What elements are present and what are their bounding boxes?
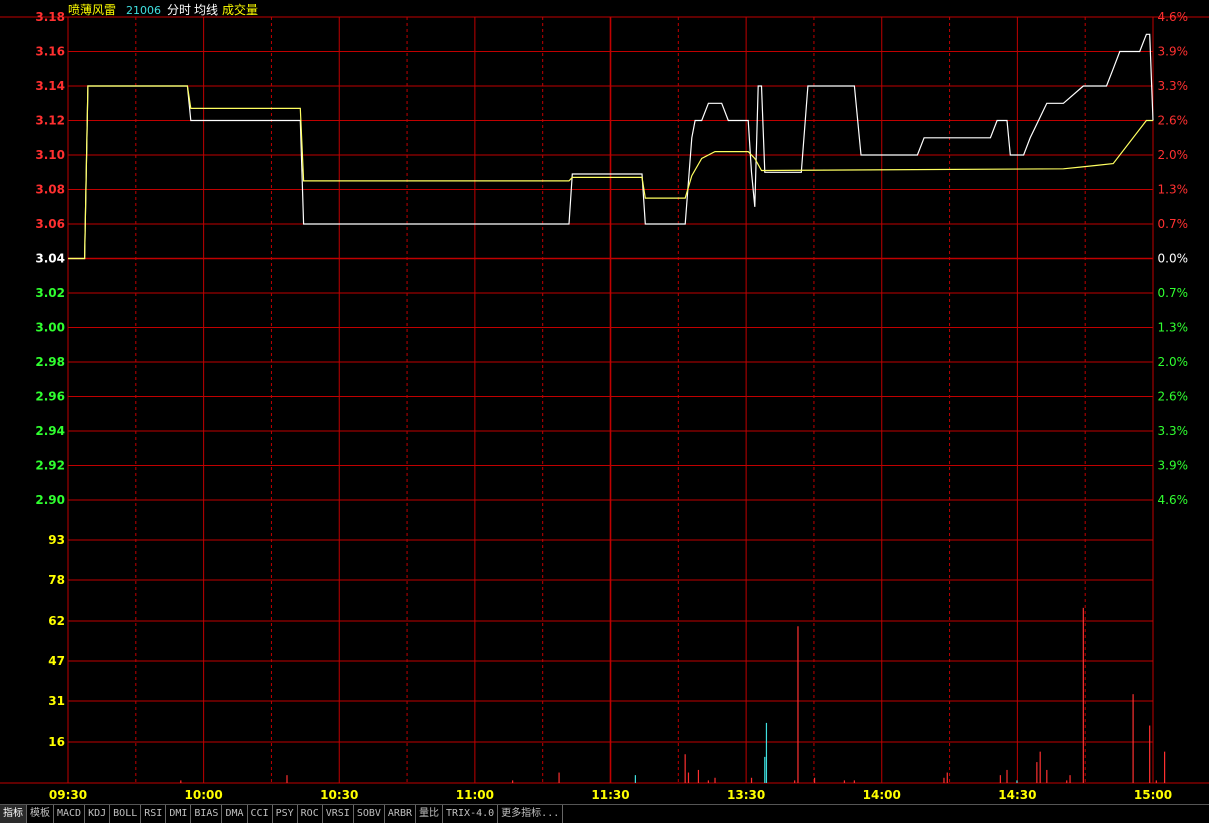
percent-tick-label: 0.7% <box>1158 217 1189 231</box>
percent-tick-label: 2.0% <box>1158 148 1189 162</box>
indicator-tab[interactable]: 更多指标... <box>498 805 564 823</box>
volume-tick-label: 16 <box>48 735 65 749</box>
volume-label: 成交量 <box>222 2 258 17</box>
indicator-tabs: 指标 模板 MACD KDJ BOLL RSI DMI BIAS DMA CCI PSY ROC VRS… <box>0 804 1209 823</box>
percent-tick-label: 1.3% <box>1158 321 1189 335</box>
percent-tick-label: 2.6% <box>1158 390 1189 404</box>
percent-tick-label: 4.6% <box>1158 10 1189 24</box>
percent-tick-label: 4.6% <box>1158 493 1189 507</box>
time-tick-label: 13:30 <box>727 788 765 802</box>
time-tick-label: 15:00 <box>1134 788 1172 802</box>
stock-name: 喷薄风雷 <box>68 2 116 17</box>
time-tick-label: 14:30 <box>998 788 1036 802</box>
mode-label: 分时 <box>167 3 191 17</box>
time-tick-label: 09:30 <box>49 788 87 802</box>
percent-tick-label: 3.9% <box>1158 459 1189 473</box>
price-tick-label: 2.90 <box>35 493 65 507</box>
indicator-tab[interactable]: ROC <box>297 805 323 823</box>
indicator-tab[interactable]: KDJ <box>85 805 111 823</box>
price-tick-label: 2.96 <box>35 390 65 404</box>
indicator-tab[interactable]: VRSI <box>322 805 354 823</box>
price-tick-label: 3.18 <box>35 10 65 24</box>
price-tick-label: 2.94 <box>35 424 65 438</box>
time-tick-label: 11:30 <box>591 788 629 802</box>
percent-tick-label: 2.0% <box>1158 355 1189 369</box>
indicator-tab[interactable]: DMA <box>222 805 248 823</box>
indicator-tab[interactable]: ARBR <box>384 805 416 823</box>
indicator-tab[interactable]: CCI <box>247 805 273 823</box>
volume-tick-label: 93 <box>48 533 65 547</box>
time-tick-label: 14:00 <box>863 788 901 802</box>
indicator-tab[interactable]: 指标 <box>0 805 27 823</box>
indicator-tab[interactable]: SOBV <box>353 805 385 823</box>
price-tick-label: 3.14 <box>35 79 65 93</box>
indicator-tab[interactable]: BOLL <box>110 805 142 823</box>
volume-tick-label: 31 <box>48 694 65 708</box>
price-tick-label: 3.16 <box>35 45 65 59</box>
indicator-tab[interactable]: TRIX-4.0 <box>443 805 499 823</box>
volume-tick-label: 62 <box>48 614 65 628</box>
price-tick-label: 3.00 <box>35 321 65 335</box>
price-tick-label: 2.98 <box>35 355 65 369</box>
indicator-tab[interactable]: MACD <box>54 805 86 823</box>
intraday-chart[interactable]: 3.18 4.6% 3.16 3.9% 3.14 3.3% 3.12 2.6% 3.10 2.0%… <box>0 0 1209 804</box>
price-tick-label: 2.92 <box>35 459 65 473</box>
percent-tick-label: 0.7% <box>1158 286 1189 300</box>
percent-tick-label: 3.9% <box>1158 45 1189 59</box>
indicator-tab[interactable]: 模板 <box>27 805 54 823</box>
axis-labels: 3.18 4.6% 3.16 3.9% 3.14 3.3% 3.12 2.6% 3.10 2.0%… <box>35 10 1188 802</box>
price-tick-label: 3.02 <box>35 286 65 300</box>
price-tick-label: 3.10 <box>35 148 65 162</box>
time-tick-label: 10:30 <box>320 788 358 802</box>
indicator-tab[interactable]: BIAS <box>191 805 223 823</box>
indicator-tab[interactable]: PSY <box>272 805 298 823</box>
percent-tick-label: 3.3% <box>1158 424 1189 438</box>
indicator-tab[interactable]: 量比 <box>416 805 443 823</box>
price-tick-label: 3.06 <box>35 217 65 231</box>
time-tick-label: 10:00 <box>185 788 223 802</box>
time-tick-label: 11:00 <box>456 788 494 802</box>
volume-tick-label: 78 <box>48 573 65 587</box>
price-tick-label: 3.12 <box>35 114 65 128</box>
percent-tick-label: 0.0% <box>1158 252 1189 266</box>
indicator-tab[interactable]: DMI <box>166 805 192 823</box>
avg-line-label: 均线 <box>194 3 218 17</box>
percent-tick-label: 2.6% <box>1158 114 1189 128</box>
chart-grid <box>0 16 1209 784</box>
percent-tick-label: 1.3% <box>1158 183 1189 197</box>
stock-code: 21006 <box>126 4 161 17</box>
percent-tick-label: 3.3% <box>1158 79 1189 93</box>
indicator-tab[interactable]: RSI <box>141 805 167 823</box>
price-tick-label: 3.04 <box>35 252 65 266</box>
price-tick-label: 3.08 <box>35 183 65 197</box>
volume-tick-label: 47 <box>48 654 65 668</box>
